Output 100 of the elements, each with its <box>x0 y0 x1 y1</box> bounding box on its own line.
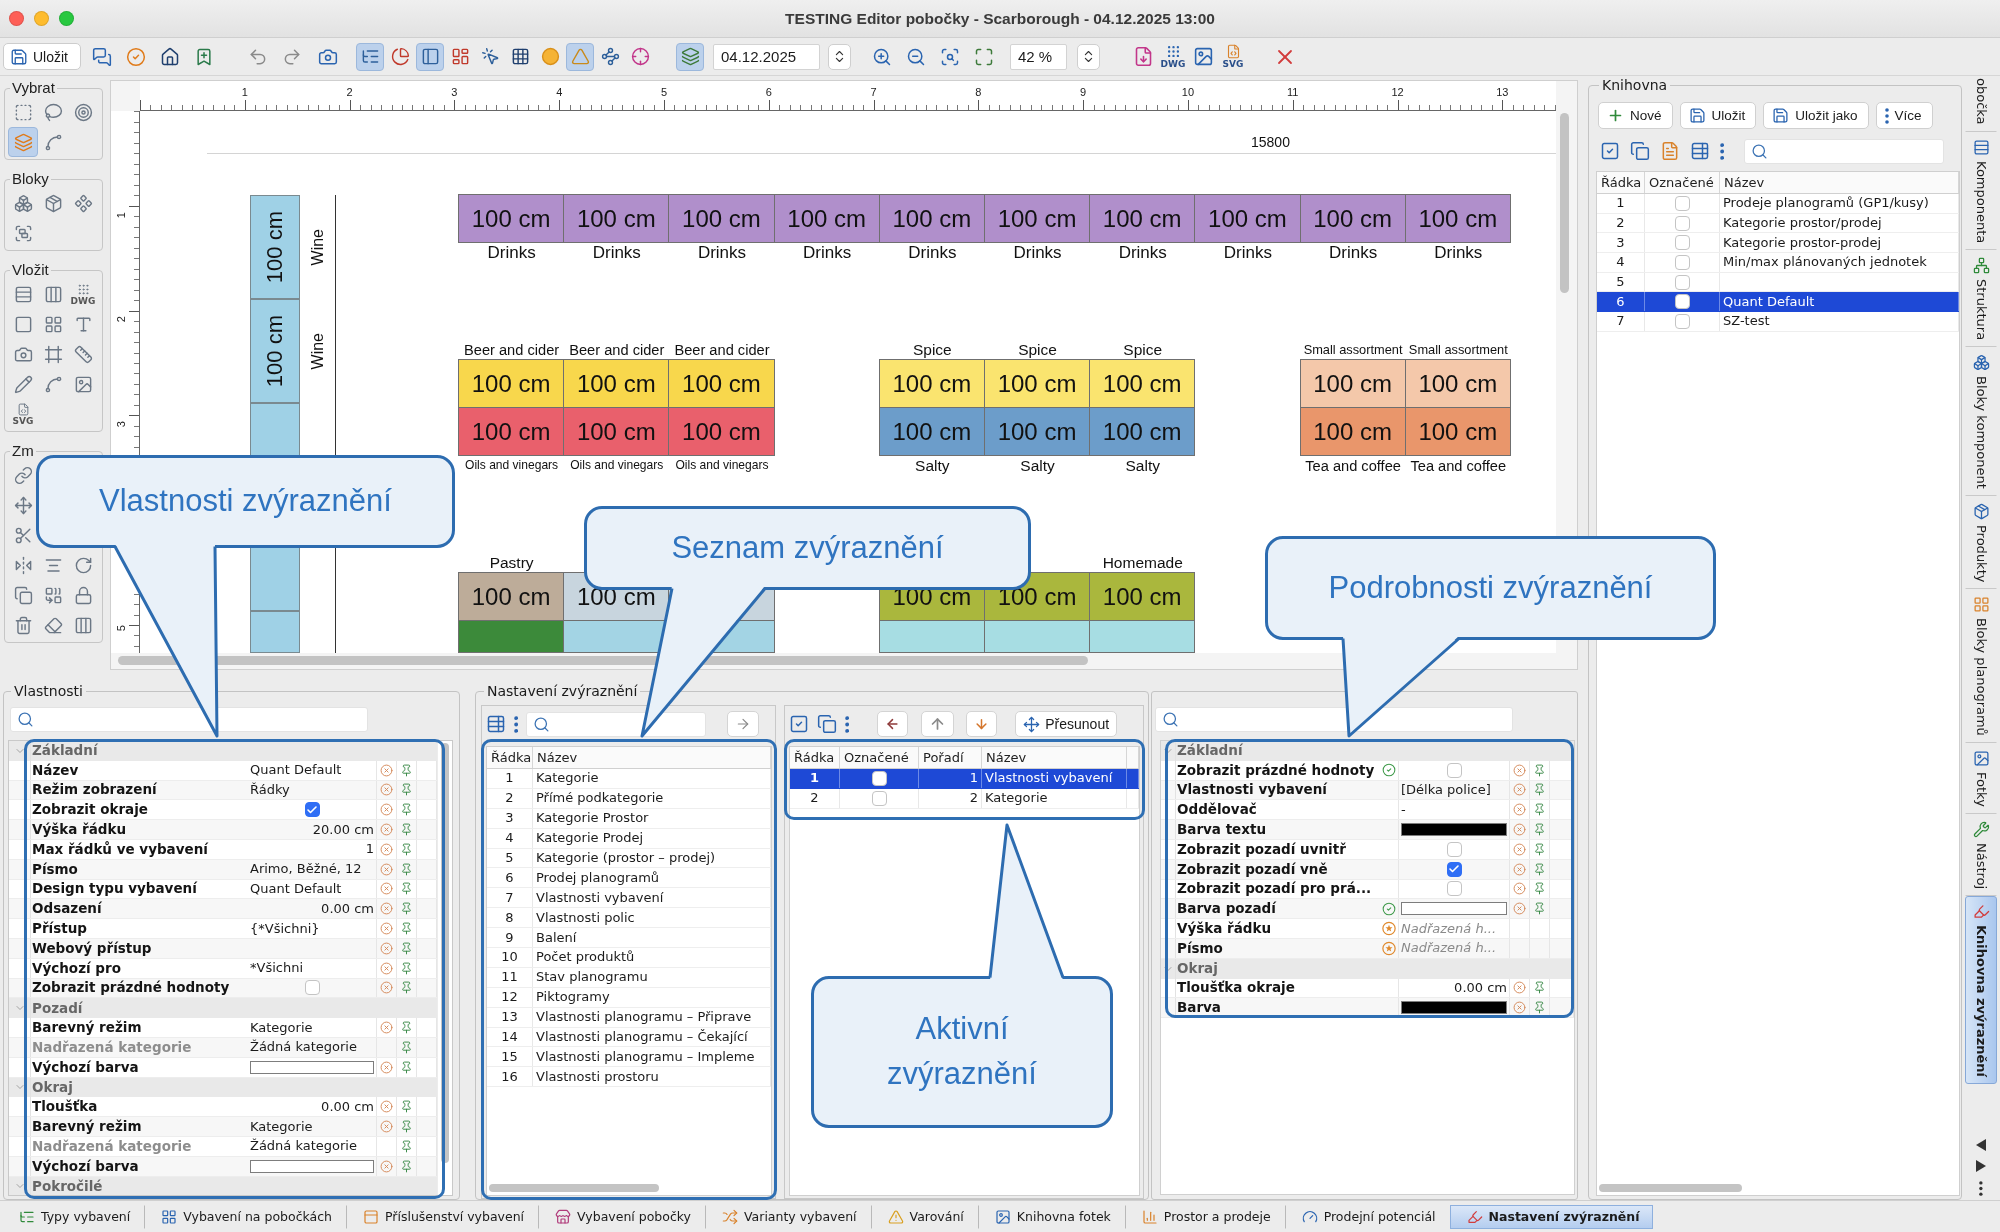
table-row[interactable]: 2 2 Kategorie <box>790 788 1139 809</box>
table-row[interactable]: 7 SZ-test <box>1597 312 1959 332</box>
bottom-tab[interactable]: Prostor a prodeje <box>1124 1204 1285 1229</box>
x-circle-icon[interactable] <box>380 862 393 876</box>
date-stepper[interactable] <box>828 43 851 70</box>
tool-button[interactable] <box>8 127 38 157</box>
table-row[interactable]: 1 1 Vlastnosti vybavení <box>790 769 1139 789</box>
bottom-tab[interactable]: Varování <box>870 1204 978 1229</box>
side-tab[interactable]: Produkty <box>1965 495 1997 590</box>
bottom-tab[interactable]: Knihovna fotek <box>977 1204 1125 1229</box>
move-button[interactable]: Přesunout <box>1015 711 1118 737</box>
save-button[interactable]: Uložit <box>3 43 81 70</box>
bottom-tab[interactable]: Vybavení na pobočkách <box>144 1204 346 1229</box>
checked-square-icon[interactable] <box>1600 141 1620 161</box>
table-row[interactable]: 5 <box>1597 272 1959 293</box>
copy-icon[interactable] <box>1630 141 1650 161</box>
x-circle-icon[interactable] <box>1513 862 1526 876</box>
x-circle-icon[interactable] <box>380 961 393 975</box>
scan-search-icon[interactable] <box>940 46 960 67</box>
document-icon[interactable] <box>1660 141 1680 161</box>
checkbox[interactable] <box>1674 294 1690 310</box>
x-circle-icon[interactable] <box>380 763 393 777</box>
x-circle-icon[interactable] <box>1513 763 1526 777</box>
copy-icon[interactable] <box>817 714 837 734</box>
x-circle-icon[interactable] <box>1513 1001 1526 1015</box>
color-field[interactable] <box>1401 1001 1507 1015</box>
table-row[interactable]: 6 Quant Default <box>1597 292 1959 313</box>
property-value[interactable]: 0.00 cm <box>321 900 374 917</box>
pin-icon[interactable] <box>400 1159 413 1173</box>
arrow-button[interactable] <box>921 711 955 737</box>
pin-icon[interactable] <box>1533 882 1546 896</box>
x-circle-icon[interactable] <box>380 783 393 797</box>
checkbox[interactable] <box>1674 215 1690 231</box>
x-circle-icon[interactable] <box>380 1021 393 1035</box>
arrow-button[interactable] <box>966 711 998 737</box>
column-header[interactable]: Název <box>537 749 578 766</box>
x-circle-icon[interactable] <box>1513 902 1526 916</box>
export-button[interactable]: SVG <box>1219 40 1247 73</box>
library-button[interactable]: Uložit jako <box>1763 102 1869 129</box>
pin-icon[interactable] <box>1533 862 1546 876</box>
side-tab[interactable]: Bloky komponent <box>1965 346 1997 496</box>
pin-icon[interactable] <box>1533 783 1546 797</box>
zoom-in-icon[interactable] <box>872 46 892 67</box>
tool-button[interactable]: SVG <box>8 399 38 429</box>
pin-icon[interactable] <box>400 961 413 975</box>
table-row[interactable]: 3 Kategorie prostor-prodej <box>1597 233 1959 254</box>
property-value[interactable]: 1 <box>365 841 374 858</box>
property-value[interactable]: Quant Default <box>250 762 342 779</box>
x-circle-icon[interactable] <box>1513 842 1526 856</box>
toggle-button[interactable] <box>416 42 444 71</box>
check-circle-icon[interactable] <box>126 46 146 67</box>
checkbox[interactable] <box>1446 881 1462 897</box>
bottom-tab[interactable]: Prodejní potenciál <box>1284 1204 1450 1229</box>
search-field[interactable] <box>526 711 707 737</box>
library-button[interactable]: Uložit <box>1679 102 1757 129</box>
pin-icon[interactable] <box>400 1021 413 1035</box>
property-value[interactable]: {*Všichni} <box>250 920 320 937</box>
column-header[interactable]: Řádka <box>794 749 835 766</box>
toggle-button[interactable] <box>676 42 704 71</box>
pin-icon[interactable] <box>1533 763 1546 777</box>
bottom-tab[interactable]: Vybavení pobočky <box>538 1204 705 1229</box>
property-value[interactable]: Kategorie <box>250 1019 313 1036</box>
column-header[interactable]: Označené <box>1649 174 1714 191</box>
toggle-button[interactable] <box>356 42 384 71</box>
column-header[interactable]: Název <box>1724 174 1765 191</box>
property-value[interactable]: Řádky <box>250 782 290 798</box>
column-header[interactable]: Označené <box>844 749 909 766</box>
pin-icon[interactable] <box>1533 1001 1546 1015</box>
property-value[interactable]: - <box>1401 801 1406 818</box>
x-circle-icon[interactable] <box>380 1060 393 1074</box>
pin-icon[interactable] <box>400 862 413 876</box>
pin-icon[interactable] <box>400 1040 413 1054</box>
arrow-button[interactable] <box>727 711 760 737</box>
checkbox[interactable] <box>1674 313 1690 329</box>
vertical-dots-icon[interactable] <box>845 715 850 733</box>
checkbox[interactable] <box>1446 762 1462 778</box>
zoom-stepper[interactable] <box>1077 43 1100 70</box>
property-value[interactable]: 0.00 cm <box>321 1098 374 1115</box>
zoom-out-icon[interactable] <box>906 46 926 67</box>
x-circle-icon[interactable] <box>380 1159 393 1173</box>
property-value[interactable]: Kategorie <box>250 1118 313 1135</box>
x-circle-icon[interactable] <box>380 902 393 916</box>
property-value[interactable]: *Všichni <box>250 960 303 977</box>
x-circle-icon[interactable] <box>380 823 393 837</box>
column-header[interactable]: Řádka <box>491 749 532 766</box>
pin-icon[interactable] <box>1533 902 1546 916</box>
pin-icon[interactable] <box>400 783 413 797</box>
column-header[interactable]: Název <box>986 749 1027 766</box>
column-header[interactable]: Řádka <box>1601 174 1642 191</box>
x-circle-icon[interactable] <box>1513 882 1526 896</box>
side-tab[interactable]: Struktura <box>1965 249 1997 347</box>
x-circle-icon[interactable] <box>1513 981 1526 995</box>
x-circle-icon[interactable] <box>380 803 393 817</box>
checkbox[interactable] <box>1446 841 1462 857</box>
scrollbar-thumb[interactable] <box>489 1184 659 1192</box>
left-triangle-icon[interactable] <box>1976 1139 1986 1151</box>
table-settings-icon[interactable] <box>1690 141 1710 161</box>
scrollbar-thumb[interactable] <box>118 656 1088 665</box>
pin-icon[interactable] <box>1533 981 1546 995</box>
table-row[interactable]: 4 Min/max plánovaných jednotek <box>1597 253 1959 273</box>
